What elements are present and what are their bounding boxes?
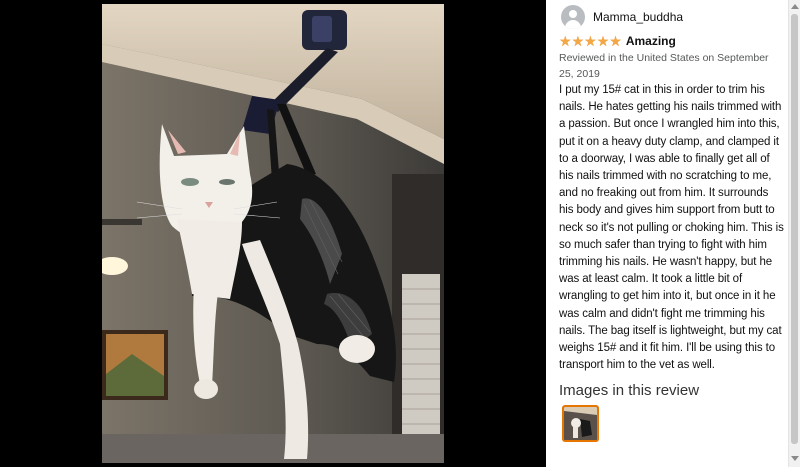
scroll-up-icon[interactable] [791,4,799,9]
star-icon: ★ [596,33,610,49]
review-title: Amazing [625,34,676,48]
reviewer-profile[interactable]: Mamma_buddha [561,5,683,29]
review-body: I put my 15# cat in this in order to tri… [559,84,784,372]
cat-in-grooming-bag-image [102,4,444,463]
star-icon: ★ [571,33,585,49]
scroll-thumb[interactable] [791,14,798,444]
panel-scrollbar[interactable] [788,0,800,467]
review-date: Reviewed in the United States on Septemb… [559,52,769,80]
review-image-thumbnail[interactable] [562,405,599,442]
scroll-down-icon[interactable] [791,456,799,461]
star-icon: ★ [559,33,572,49]
image-viewer [0,0,546,467]
star-rating: ★ ★ ★ ★ ★ [559,34,622,48]
rating-row: ★ ★ ★ ★ ★ Amazing [559,34,676,48]
review-photo[interactable] [102,4,444,463]
review-panel: Mamma_buddha ★ ★ ★ ★ ★ Amazing Reviewed … [546,0,788,467]
thumbnail-image [564,407,597,440]
avatar-icon [561,5,585,29]
star-icon: ★ [584,33,597,49]
reviewer-name[interactable]: Mamma_buddha [593,10,683,24]
star-icon: ★ [609,33,622,49]
images-heading: Images in this review [559,382,700,399]
